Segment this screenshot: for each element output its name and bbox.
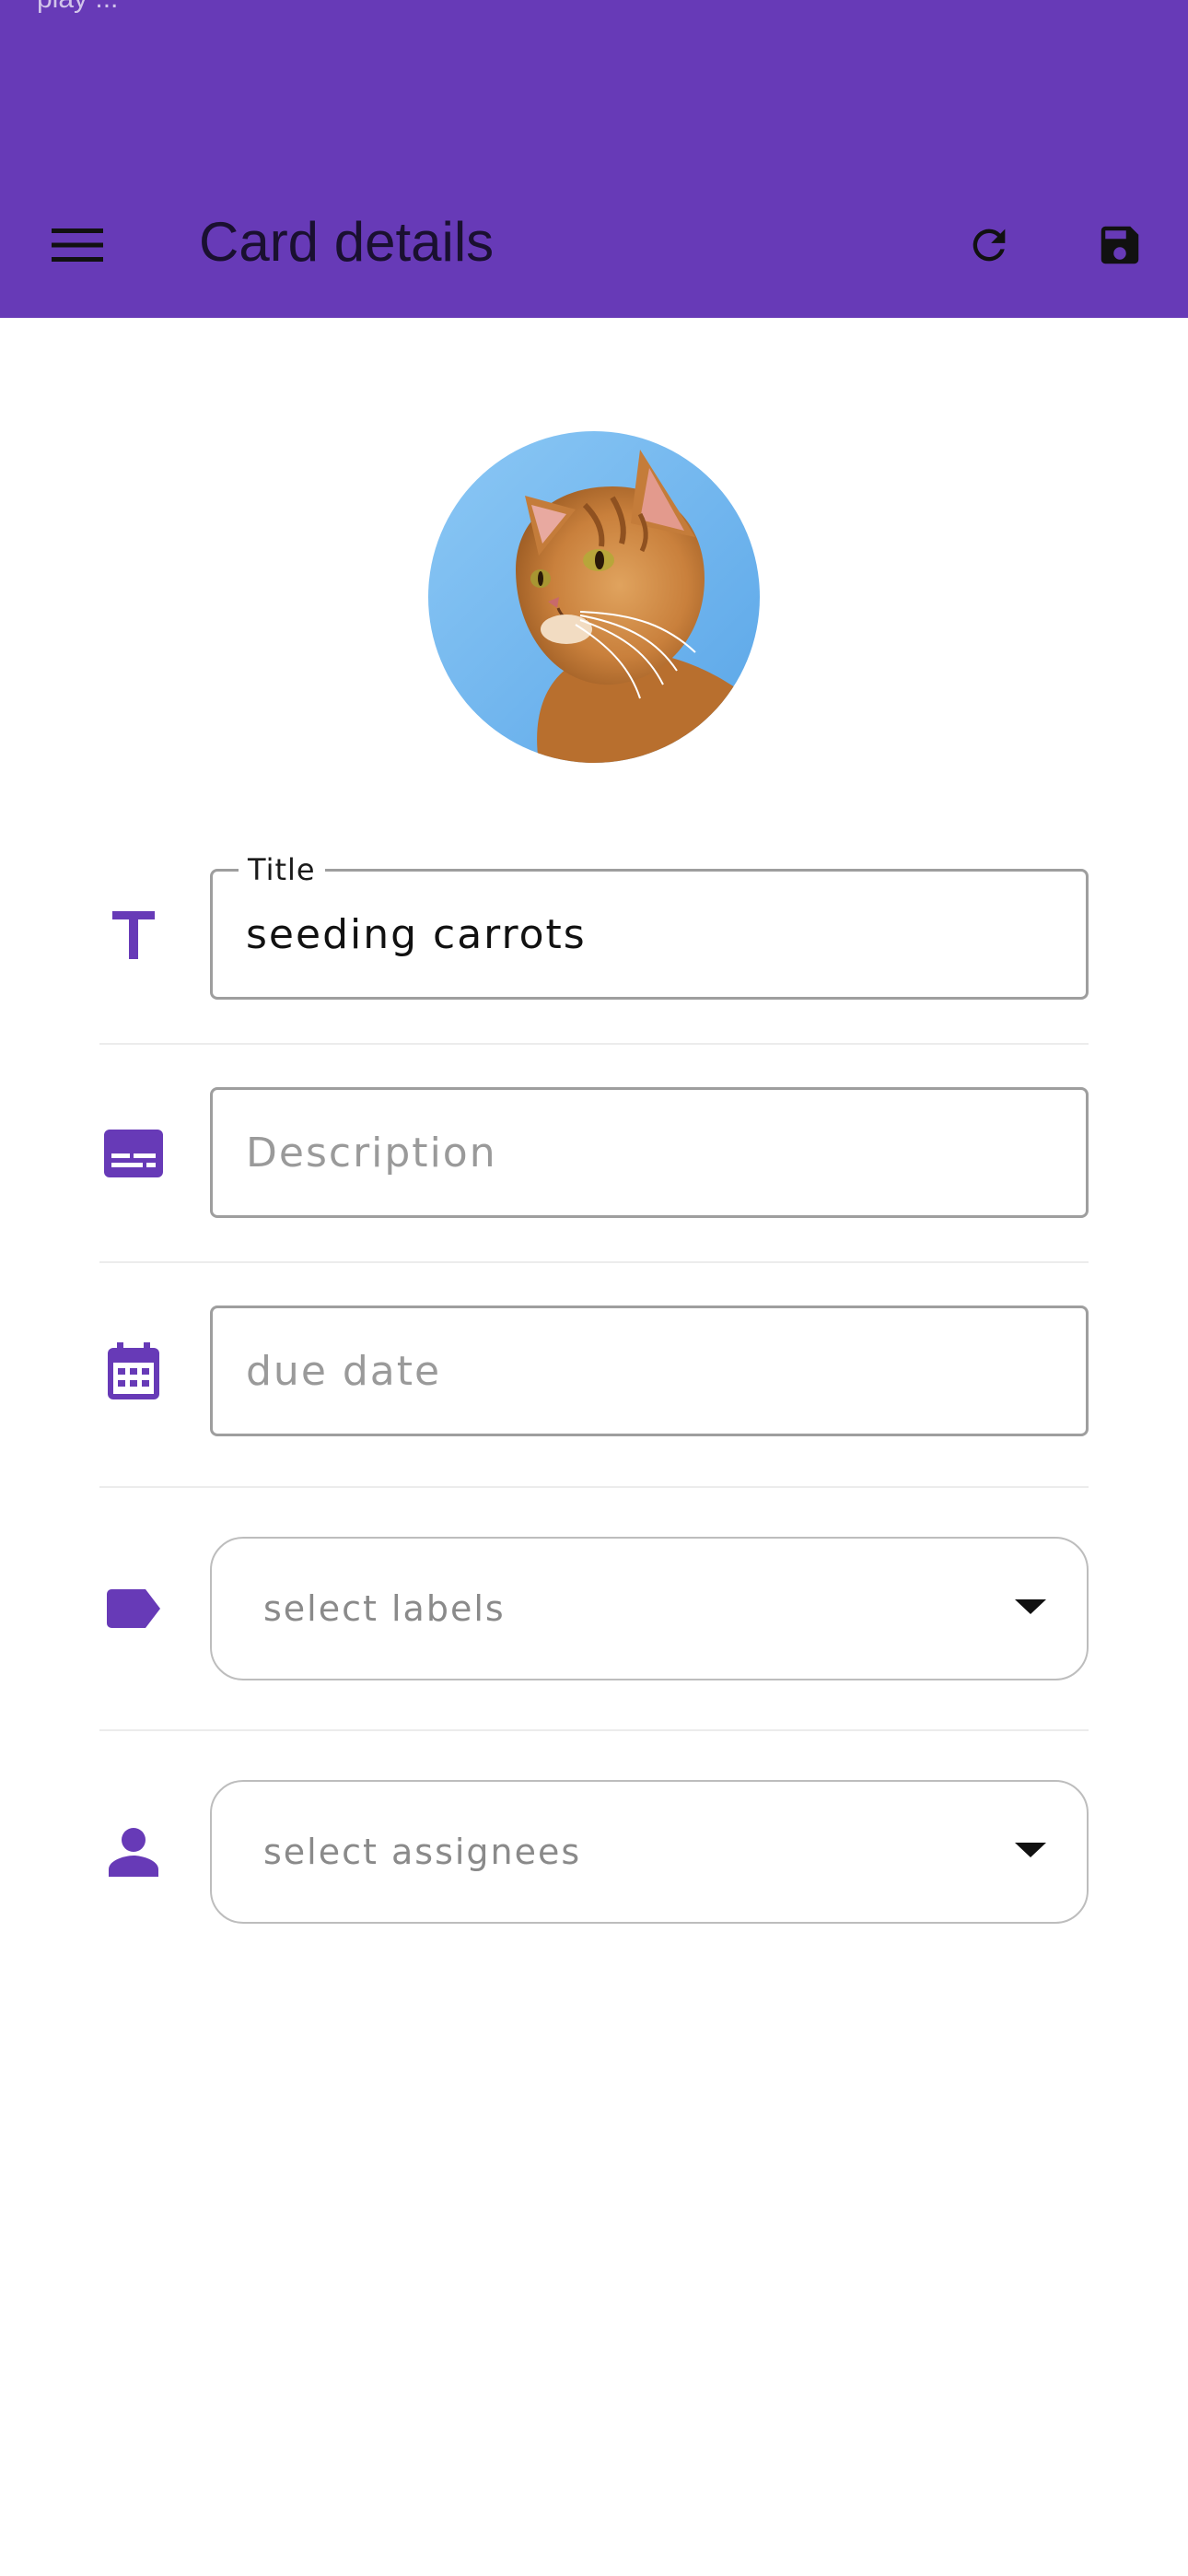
person-icon [109, 1828, 158, 1877]
divider [99, 1729, 1089, 1731]
labels-select-placeholder: select labels [263, 1588, 506, 1629]
due-date-row-icon [101, 1334, 166, 1408]
menu-icon [52, 228, 103, 262]
chevron-down-icon [1015, 1843, 1046, 1857]
due-date-field[interactable] [210, 1306, 1089, 1436]
chevron-down-icon [1015, 1599, 1046, 1614]
label-tag-icon [107, 1589, 160, 1628]
description-icon [104, 1130, 163, 1177]
description-row-icon [101, 1117, 166, 1190]
card-details-screen: play ... Card details [0, 0, 1188, 2576]
title-input[interactable] [246, 872, 1056, 997]
divider [99, 1043, 1089, 1045]
cat-photo-image [428, 431, 760, 763]
labels-select[interactable]: select labels [210, 1537, 1089, 1680]
calendar-icon [108, 1342, 159, 1399]
save-icon [1101, 226, 1139, 264]
divider [99, 1261, 1089, 1263]
due-date-input[interactable] [246, 1308, 1056, 1434]
assignees-row-icon [101, 1815, 166, 1889]
title-row-icon [101, 898, 166, 972]
assignees-select-placeholder: select assignees [263, 1832, 582, 1872]
divider [99, 1486, 1089, 1488]
title-field[interactable]: Title [210, 851, 1089, 1000]
status-bar-text: play ... [37, 0, 118, 15]
assignees-select[interactable]: select assignees [210, 1780, 1089, 1924]
menu-button[interactable] [41, 208, 114, 282]
save-button[interactable] [1081, 206, 1159, 284]
page-title: Card details [199, 211, 495, 273]
title-text-icon [112, 911, 155, 959]
description-input[interactable] [246, 1090, 1056, 1215]
card-avatar-image[interactable] [428, 431, 760, 763]
refresh-button[interactable] [950, 206, 1028, 284]
refresh-icon [973, 228, 1006, 262]
labels-row-icon [101, 1572, 166, 1645]
app-bar: play ... Card details [0, 0, 1188, 318]
description-field[interactable] [210, 1087, 1089, 1218]
